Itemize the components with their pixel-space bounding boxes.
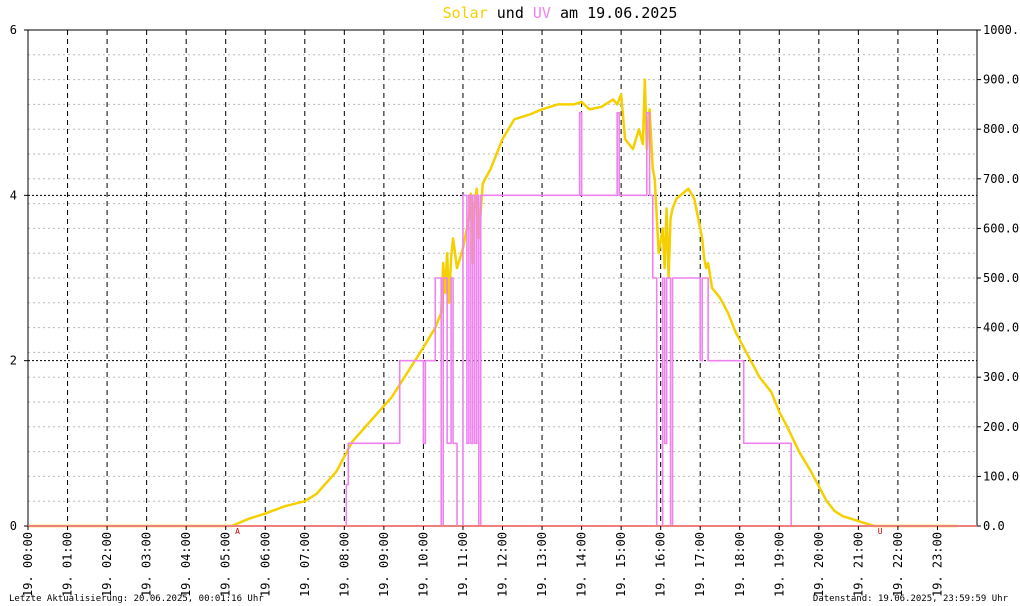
x-tick-label: 19. 03:00: [140, 532, 154, 597]
title-solar: Solar: [443, 4, 488, 22]
x-tick-label: 19. 07:00: [298, 532, 312, 597]
right-tick-label: 600.0: [983, 221, 1019, 235]
x-tick-label: 19. 13:00: [535, 532, 549, 597]
x-tick-label: 19. 21:00: [851, 532, 865, 597]
x-tick-label: 19. 14:00: [575, 532, 589, 597]
left-tick-label: 2: [10, 354, 17, 368]
sun-marker: U: [878, 527, 883, 536]
right-tick-label: 300.0: [983, 370, 1019, 384]
title-date: am 19.06.2025: [551, 4, 677, 22]
right-tick-label: 700.0: [983, 172, 1019, 186]
x-tick-label: 19. 18:00: [733, 532, 747, 597]
right-tick-label: 100.0: [983, 469, 1019, 483]
right-tick-label: 1000.0: [983, 23, 1020, 37]
x-tick-label: 19. 05:00: [219, 532, 233, 597]
right-tick-label: 900.0: [983, 73, 1019, 87]
right-tick-label: 0.0: [983, 519, 1005, 533]
title-uv: UV: [533, 4, 551, 22]
right-tick-label: 400.0: [983, 321, 1019, 335]
x-tick-label: 19. 02:00: [100, 532, 114, 597]
x-tick-label: 19. 00:00: [21, 532, 35, 597]
footer-right: Datenstand: 19.06.2025, 23:59:59 Uhr: [813, 594, 1009, 604]
x-tick-label: 19. 11:00: [456, 532, 470, 597]
chart-title: Solar und UV am 19.06.2025: [443, 4, 678, 22]
left-tick-label: 4: [10, 188, 17, 202]
x-tick-label: 19. 20:00: [812, 532, 826, 597]
right-tick-label: 800.0: [983, 122, 1019, 136]
x-tick-label: 19. 06:00: [258, 532, 272, 597]
x-tick-label: 19. 01:00: [61, 532, 75, 597]
title-und: und: [488, 4, 533, 22]
sun-marker: A: [235, 527, 240, 536]
x-tick-label: 19. 15:00: [614, 532, 628, 597]
x-tick-label: 19. 04:00: [179, 532, 193, 597]
left-tick-label: 6: [10, 23, 17, 37]
x-tick-label: 19. 19:00: [772, 532, 786, 597]
right-tick-label: 500.0: [983, 271, 1019, 285]
x-tick-label: 19. 09:00: [377, 532, 391, 597]
x-tick-label: 19. 08:00: [337, 532, 351, 597]
x-tick-label: 19. 17:00: [693, 532, 707, 597]
x-tick-label: 19. 12:00: [496, 532, 510, 597]
x-tick-label: 19. 10:00: [416, 532, 430, 597]
right-tick-label: 200.0: [983, 420, 1019, 434]
left-tick-label: 0: [10, 519, 17, 533]
x-tick-label: 19. 16:00: [654, 532, 668, 597]
chart: Solar und UV am 19.06.2025 0 2 4 6 0.0 100.0 2…: [0, 0, 1020, 606]
footer-left: Letzte Aktualisierung: 20.06.2025, 00:01…: [9, 594, 264, 604]
x-tick-label: 19. 23:00: [930, 532, 944, 597]
x-tick-label: 19. 22:00: [891, 532, 905, 597]
